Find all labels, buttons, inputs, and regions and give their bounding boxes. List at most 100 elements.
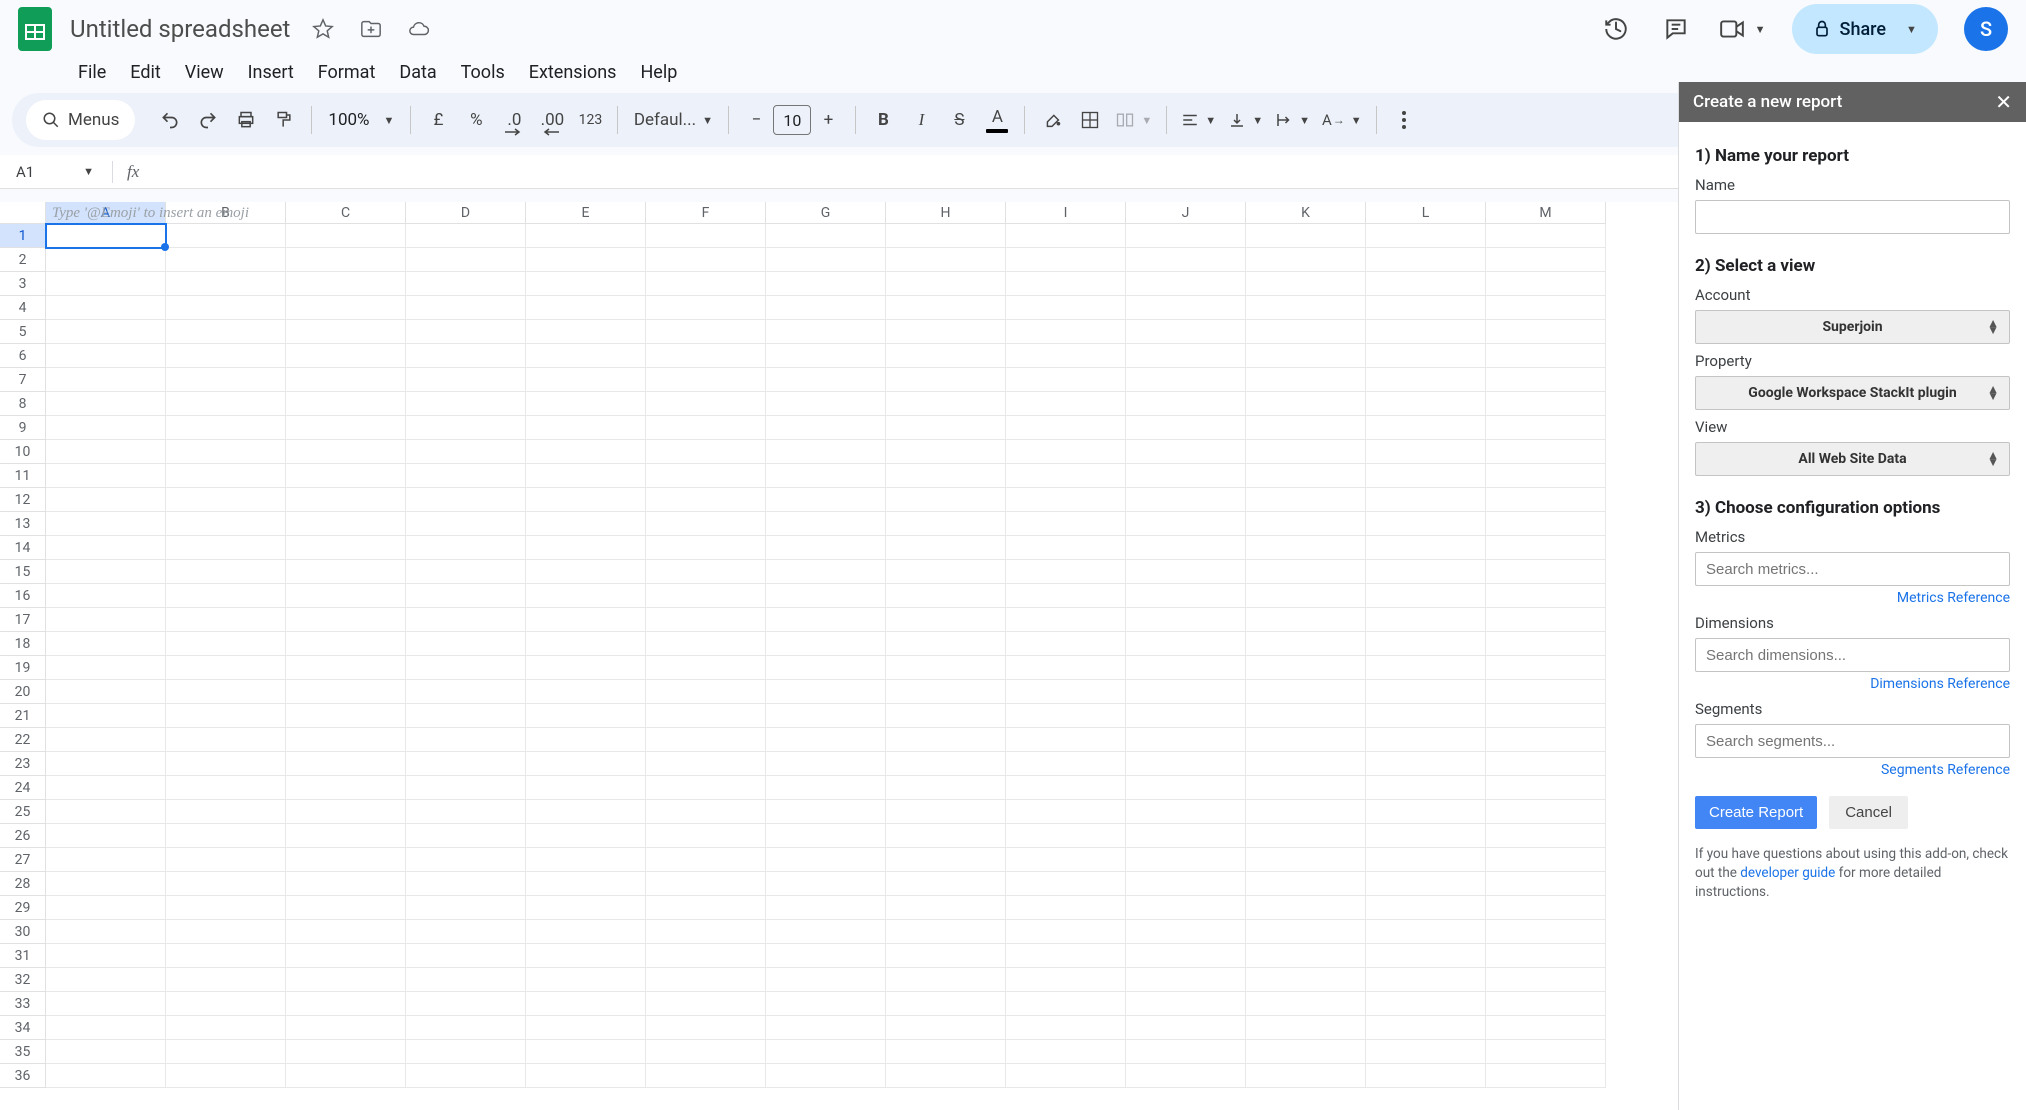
column-header[interactable]: E [526,202,646,224]
cell[interactable] [766,320,886,344]
cell[interactable] [1246,1064,1366,1088]
row-header[interactable]: 21 [0,704,46,728]
column-header[interactable]: K [1246,202,1366,224]
cell[interactable] [1366,992,1486,1016]
cell[interactable] [766,368,886,392]
cell[interactable] [766,440,886,464]
star-icon[interactable] [306,12,340,46]
cell[interactable] [646,416,766,440]
cell[interactable] [526,968,646,992]
cell[interactable] [1006,584,1126,608]
cell[interactable] [46,488,166,512]
cell[interactable] [1126,536,1246,560]
cell[interactable] [1126,560,1246,584]
cell[interactable] [526,416,646,440]
cell[interactable] [1006,416,1126,440]
cell[interactable] [766,488,886,512]
cell[interactable] [286,224,406,248]
cell[interactable] [286,560,406,584]
cell[interactable] [886,704,1006,728]
cell[interactable] [46,536,166,560]
cell[interactable] [286,584,406,608]
cell[interactable] [766,416,886,440]
cell[interactable] [1126,464,1246,488]
cell[interactable] [526,272,646,296]
cell[interactable] [1366,848,1486,872]
row-header[interactable]: 10 [0,440,46,464]
cell[interactable] [406,584,526,608]
cell[interactable] [526,344,646,368]
cell[interactable] [886,272,1006,296]
cell[interactable] [1486,608,1606,632]
cell[interactable] [1006,464,1126,488]
dimensions-search-input[interactable] [1695,638,2010,672]
cell[interactable] [766,536,886,560]
cell[interactable] [1126,800,1246,824]
cell[interactable] [766,680,886,704]
cell[interactable] [1246,752,1366,776]
cell[interactable] [286,776,406,800]
cell[interactable] [1486,632,1606,656]
font-size-input[interactable]: 10 [773,105,811,135]
cell[interactable] [1366,248,1486,272]
cell[interactable] [526,512,646,536]
vertical-align-button[interactable]: ▼ [1224,102,1267,138]
cell[interactable] [646,800,766,824]
cell[interactable] [286,320,406,344]
cell[interactable] [1366,392,1486,416]
zoom-select[interactable]: 100%▼ [322,110,400,130]
cell[interactable] [1366,632,1486,656]
cell[interactable] [1006,992,1126,1016]
cell[interactable] [526,608,646,632]
menu-extensions[interactable]: Extensions [517,58,629,87]
cell[interactable] [1006,656,1126,680]
cell[interactable] [1486,920,1606,944]
cell[interactable] [1006,248,1126,272]
cell[interactable] [1006,1040,1126,1064]
cell[interactable] [406,560,526,584]
cell[interactable] [406,968,526,992]
redo-button[interactable] [191,102,225,138]
cell[interactable] [1366,896,1486,920]
cell[interactable] [46,344,166,368]
cell[interactable] [166,1040,286,1064]
cell[interactable] [1126,728,1246,752]
cell[interactable] [286,992,406,1016]
cell[interactable] [526,872,646,896]
cell[interactable] [406,296,526,320]
cell[interactable] [1126,824,1246,848]
cell[interactable] [1006,440,1126,464]
row-header[interactable]: 33 [0,992,46,1016]
cell[interactable] [1006,632,1126,656]
cell[interactable] [1366,968,1486,992]
cell[interactable] [166,296,286,320]
cell[interactable] [1126,368,1246,392]
cell[interactable] [1486,896,1606,920]
row-header[interactable]: 8 [0,392,46,416]
cell[interactable] [1006,944,1126,968]
cell[interactable] [406,344,526,368]
row-header[interactable]: 34 [0,1016,46,1040]
column-header[interactable]: J [1126,202,1246,224]
cell[interactable] [166,896,286,920]
cell[interactable] [286,824,406,848]
cell[interactable] [1366,752,1486,776]
cell[interactable] [886,872,1006,896]
cell[interactable] [1006,896,1126,920]
cell[interactable] [886,1040,1006,1064]
row-header[interactable]: 1 [0,224,46,248]
cell[interactable] [46,440,166,464]
cell[interactable] [886,944,1006,968]
cell[interactable] [166,680,286,704]
cell[interactable] [1006,920,1126,944]
cell[interactable] [166,440,286,464]
cell[interactable] [1246,296,1366,320]
meet-icon[interactable]: ▼ [1719,12,1766,46]
cell[interactable] [1366,296,1486,320]
cell[interactable] [1246,968,1366,992]
cell[interactable] [646,344,766,368]
cell[interactable] [766,848,886,872]
cell[interactable] [766,344,886,368]
cell[interactable] [646,560,766,584]
cell[interactable] [1246,368,1366,392]
